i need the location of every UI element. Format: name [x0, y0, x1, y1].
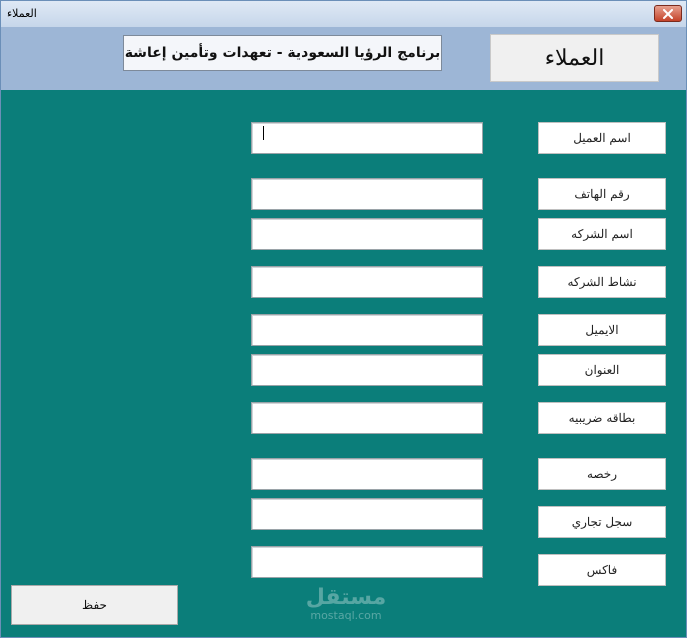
tax-card-input[interactable] — [251, 402, 483, 434]
watermark-logo: مستقل mostaql.com — [301, 586, 391, 628]
customers-window: العملاء برنامج الرؤيا السعودية - تعهدات … — [0, 0, 687, 638]
label-commercial-register: سجل تجاري — [538, 506, 666, 538]
phone-input[interactable] — [251, 178, 483, 210]
window-title: العملاء — [7, 7, 37, 20]
text-caret — [263, 126, 264, 140]
company-activity-input[interactable] — [251, 266, 483, 298]
address-input[interactable] — [251, 354, 483, 386]
form-title: العملاء — [490, 34, 659, 82]
fax-input[interactable] — [251, 546, 483, 578]
label-customer-name: اسم العميل — [538, 122, 666, 154]
title-bar[interactable]: العملاء — [1, 1, 686, 27]
email-input[interactable] — [251, 314, 483, 346]
save-button[interactable]: حفظ — [11, 585, 178, 625]
license-input[interactable] — [251, 458, 483, 490]
close-icon — [663, 8, 673, 19]
label-address: العنوان — [538, 354, 666, 386]
watermark-main: مستقل — [305, 585, 387, 610]
label-phone: رقم الهاتف — [538, 178, 666, 210]
label-company-activity: نشاط الشركه — [538, 266, 666, 298]
label-company-name: اسم الشركه — [538, 218, 666, 250]
program-banner: برنامج الرؤيا السعودية - تعهدات وتأمين إ… — [123, 35, 442, 71]
close-button[interactable] — [654, 5, 682, 22]
watermark-sub: mostaql.com — [310, 609, 382, 622]
customer-name-input[interactable] — [251, 122, 483, 154]
label-fax: فاكس — [538, 554, 666, 586]
header-panel: برنامج الرؤيا السعودية - تعهدات وتأمين إ… — [1, 27, 686, 90]
commercial-register-input[interactable] — [251, 498, 483, 530]
label-license: رخصه — [538, 458, 666, 490]
label-tax-card: بطاقه ضريبيه — [538, 402, 666, 434]
label-email: الايميل — [538, 314, 666, 346]
company-name-input[interactable] — [251, 218, 483, 250]
